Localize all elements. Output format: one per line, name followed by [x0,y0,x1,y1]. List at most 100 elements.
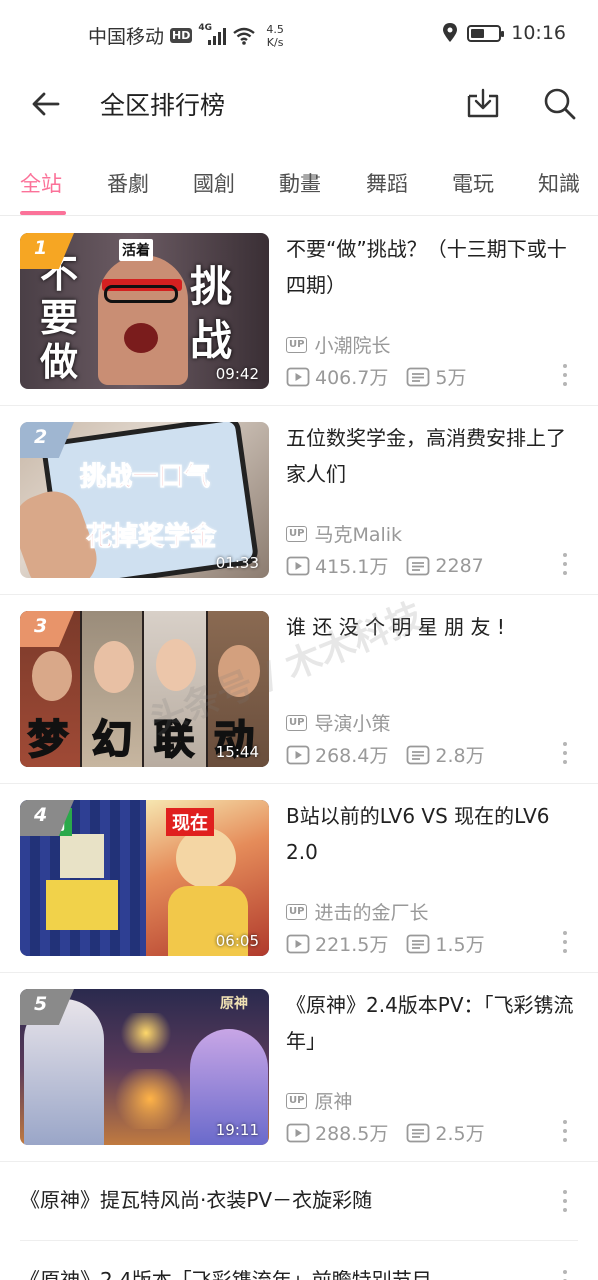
video-title[interactable]: 《原神》2.4版本PV：「飞彩镌流年」 [286,987,576,1059]
download-icon[interactable] [464,84,502,122]
ranking-item-6[interactable]: 《原神》提瓦特风尚·衣装PV－衣旋彩随 [0,1166,598,1236]
danmaku-count: 2.8万 [435,745,485,767]
battery-icon [467,24,505,42]
uploader-name: 导演小策 [314,713,391,735]
more-options-icon[interactable] [562,742,568,764]
thumb-caption: 挑战一口气 [79,462,211,493]
page-title: 全区排行榜 [100,91,226,120]
thumb-caption: 做 [40,340,79,384]
video-title[interactable]: 谁 还 没 个 明 星 朋 友 ! [286,609,576,645]
uploader-row[interactable]: UP 原神 [286,1087,352,1114]
more-options-icon[interactable] [562,1120,568,1142]
ranking-item-5[interactable]: 原神 5 19:11 《原神》2.4版本PV：「飞彩镌流年」 UP 原神 288… [0,973,598,1162]
uploader-row[interactable]: UP 导演小策 [286,709,390,736]
thumb-caption: 梦 [27,716,69,764]
uploader-name: 小潮院长 [314,335,391,357]
more-options-icon[interactable] [562,364,568,386]
arrow-left-icon[interactable] [28,86,64,122]
video-stats: 288.5万 2.5万 [286,1119,485,1146]
danmaku-icon [407,745,430,764]
view-count: 406.7万 [315,367,389,389]
network-speed: 4.5 K/s [266,22,284,49]
tab-dance[interactable]: 舞蹈 [366,168,408,198]
more-options-icon[interactable] [562,1190,568,1212]
play-count-icon [286,745,310,764]
up-icon: UP [286,903,308,920]
carrier-label: 中国移动 [88,26,165,48]
video-thumbnail[interactable]: 挑战一口气 花掉奖学金 2 01:33 [20,422,269,578]
video-duration: 19:11 [215,1121,259,1139]
play-count-icon [286,1123,310,1142]
video-title[interactable]: 《原神》2.4版本「飞彩镌流年」前瞻特别节目 [20,1264,432,1280]
video-duration: 06:05 [215,932,259,950]
video-title[interactable]: 五位数奖学金，高消费安排上了家人们 [286,420,576,492]
tab-indicator [20,211,66,215]
danmaku-count: 2.5万 [435,1123,485,1145]
ranking-item-3[interactable]: 梦 幻 联 动 3 15:44 谁 还 没 个 明 星 朋 友 ! UP 导演小… [0,595,598,784]
video-title[interactable]: B站以前的LV6 VS 现在的LV6 2.0 [286,798,576,870]
video-thumbnail[interactable]: 活着 不 要 做 挑 战 1 09:42 [20,233,269,389]
play-count-icon [286,556,310,575]
up-icon: UP [286,1092,308,1109]
video-stats: 221.5万 1.5万 [286,930,485,957]
play-count-icon [286,367,310,386]
hd-icon: HD [170,28,193,43]
view-count: 288.5万 [315,1123,389,1145]
danmaku-icon [407,934,430,953]
danmaku-count: 1.5万 [435,934,485,956]
more-options-icon[interactable] [562,553,568,575]
category-tabs: 全站 番劇 國創 動畫 舞蹈 電玩 知識 [0,160,598,216]
uploader-name: 马克Malik [314,524,403,546]
ranking-item-7[interactable]: 《原神》2.4版本「飞彩镌流年」前瞻特别节目 [0,1246,598,1280]
up-icon: UP [286,336,308,353]
more-options-icon[interactable] [562,931,568,953]
video-thumbnail[interactable]: 梦 幻 联 动 3 15:44 [20,611,269,767]
video-thumbnail[interactable]: 原神 5 19:11 [20,989,269,1145]
tab-animation[interactable]: 動畫 [279,168,321,198]
ranking-item-2[interactable]: 挑战一口气 花掉奖学金 2 01:33 五位数奖学金，高消费安排上了家人们 UP… [0,406,598,595]
tab-all[interactable]: 全站 [20,168,62,198]
thumb-caption: 现在 [166,808,214,836]
video-title[interactable]: 《原神》提瓦特风尚·衣装PV－衣旋彩随 [20,1184,372,1213]
ranking-item-1[interactable]: 活着 不 要 做 挑 战 1 09:42 不要“做”挑战？（十三期下或十四期） … [0,217,598,406]
view-count: 415.1万 [315,556,389,578]
thumb-caption: 花掉奖学金 [85,522,217,553]
video-stats: 406.7万 5万 [286,363,467,390]
video-stats: 415.1万 2287 [286,552,484,579]
uploader-row[interactable]: UP 小潮院长 [286,331,390,358]
top-app-bar: 全区排行榜 [0,70,598,138]
signal-icon: 4G [198,23,227,45]
uploader-row[interactable]: UP 马克Malik [286,520,402,547]
thumb-caption: 战 [190,316,233,365]
danmaku-count: 5万 [435,367,467,389]
danmaku-count: 2287 [435,554,484,577]
divider [20,1240,578,1241]
wifi-icon [233,27,256,45]
video-title[interactable]: 不要“做”挑战？（十三期下或十四期） [286,231,576,303]
more-options-icon[interactable] [562,1270,568,1280]
view-count: 221.5万 [315,934,389,956]
tab-knowledge[interactable]: 知識 [538,168,580,198]
thumb-caption: 挑 [190,262,233,311]
tab-game[interactable]: 電玩 [452,168,494,198]
play-count-icon [286,934,310,953]
tab-guochuang[interactable]: 國創 [193,168,235,198]
clock: 10:16 [511,22,566,44]
video-duration: 09:42 [215,365,259,383]
thumb-caption: 活着 [119,239,153,261]
up-icon: UP [286,714,308,731]
video-duration: 01:33 [215,554,259,572]
video-thumbnail[interactable]: 前 现在 4 06:05 [20,800,269,956]
video-stats: 268.4万 2.8万 [286,741,485,768]
up-icon: UP [286,525,308,542]
search-icon[interactable] [540,84,578,122]
uploader-name: 原神 [314,1091,353,1113]
tab-bangumi[interactable]: 番劇 [107,168,149,198]
danmaku-icon [407,1123,430,1142]
uploader-row[interactable]: UP 进击的金厂长 [286,898,428,925]
danmaku-icon [407,367,430,386]
view-count: 268.4万 [315,745,389,767]
ranking-item-4[interactable]: 前 现在 4 06:05 B站以前的LV6 VS 现在的LV6 2.0 UP 进… [0,784,598,973]
thumb-caption: 原神 [220,996,248,1012]
uploader-name: 进击的金厂长 [314,902,429,924]
